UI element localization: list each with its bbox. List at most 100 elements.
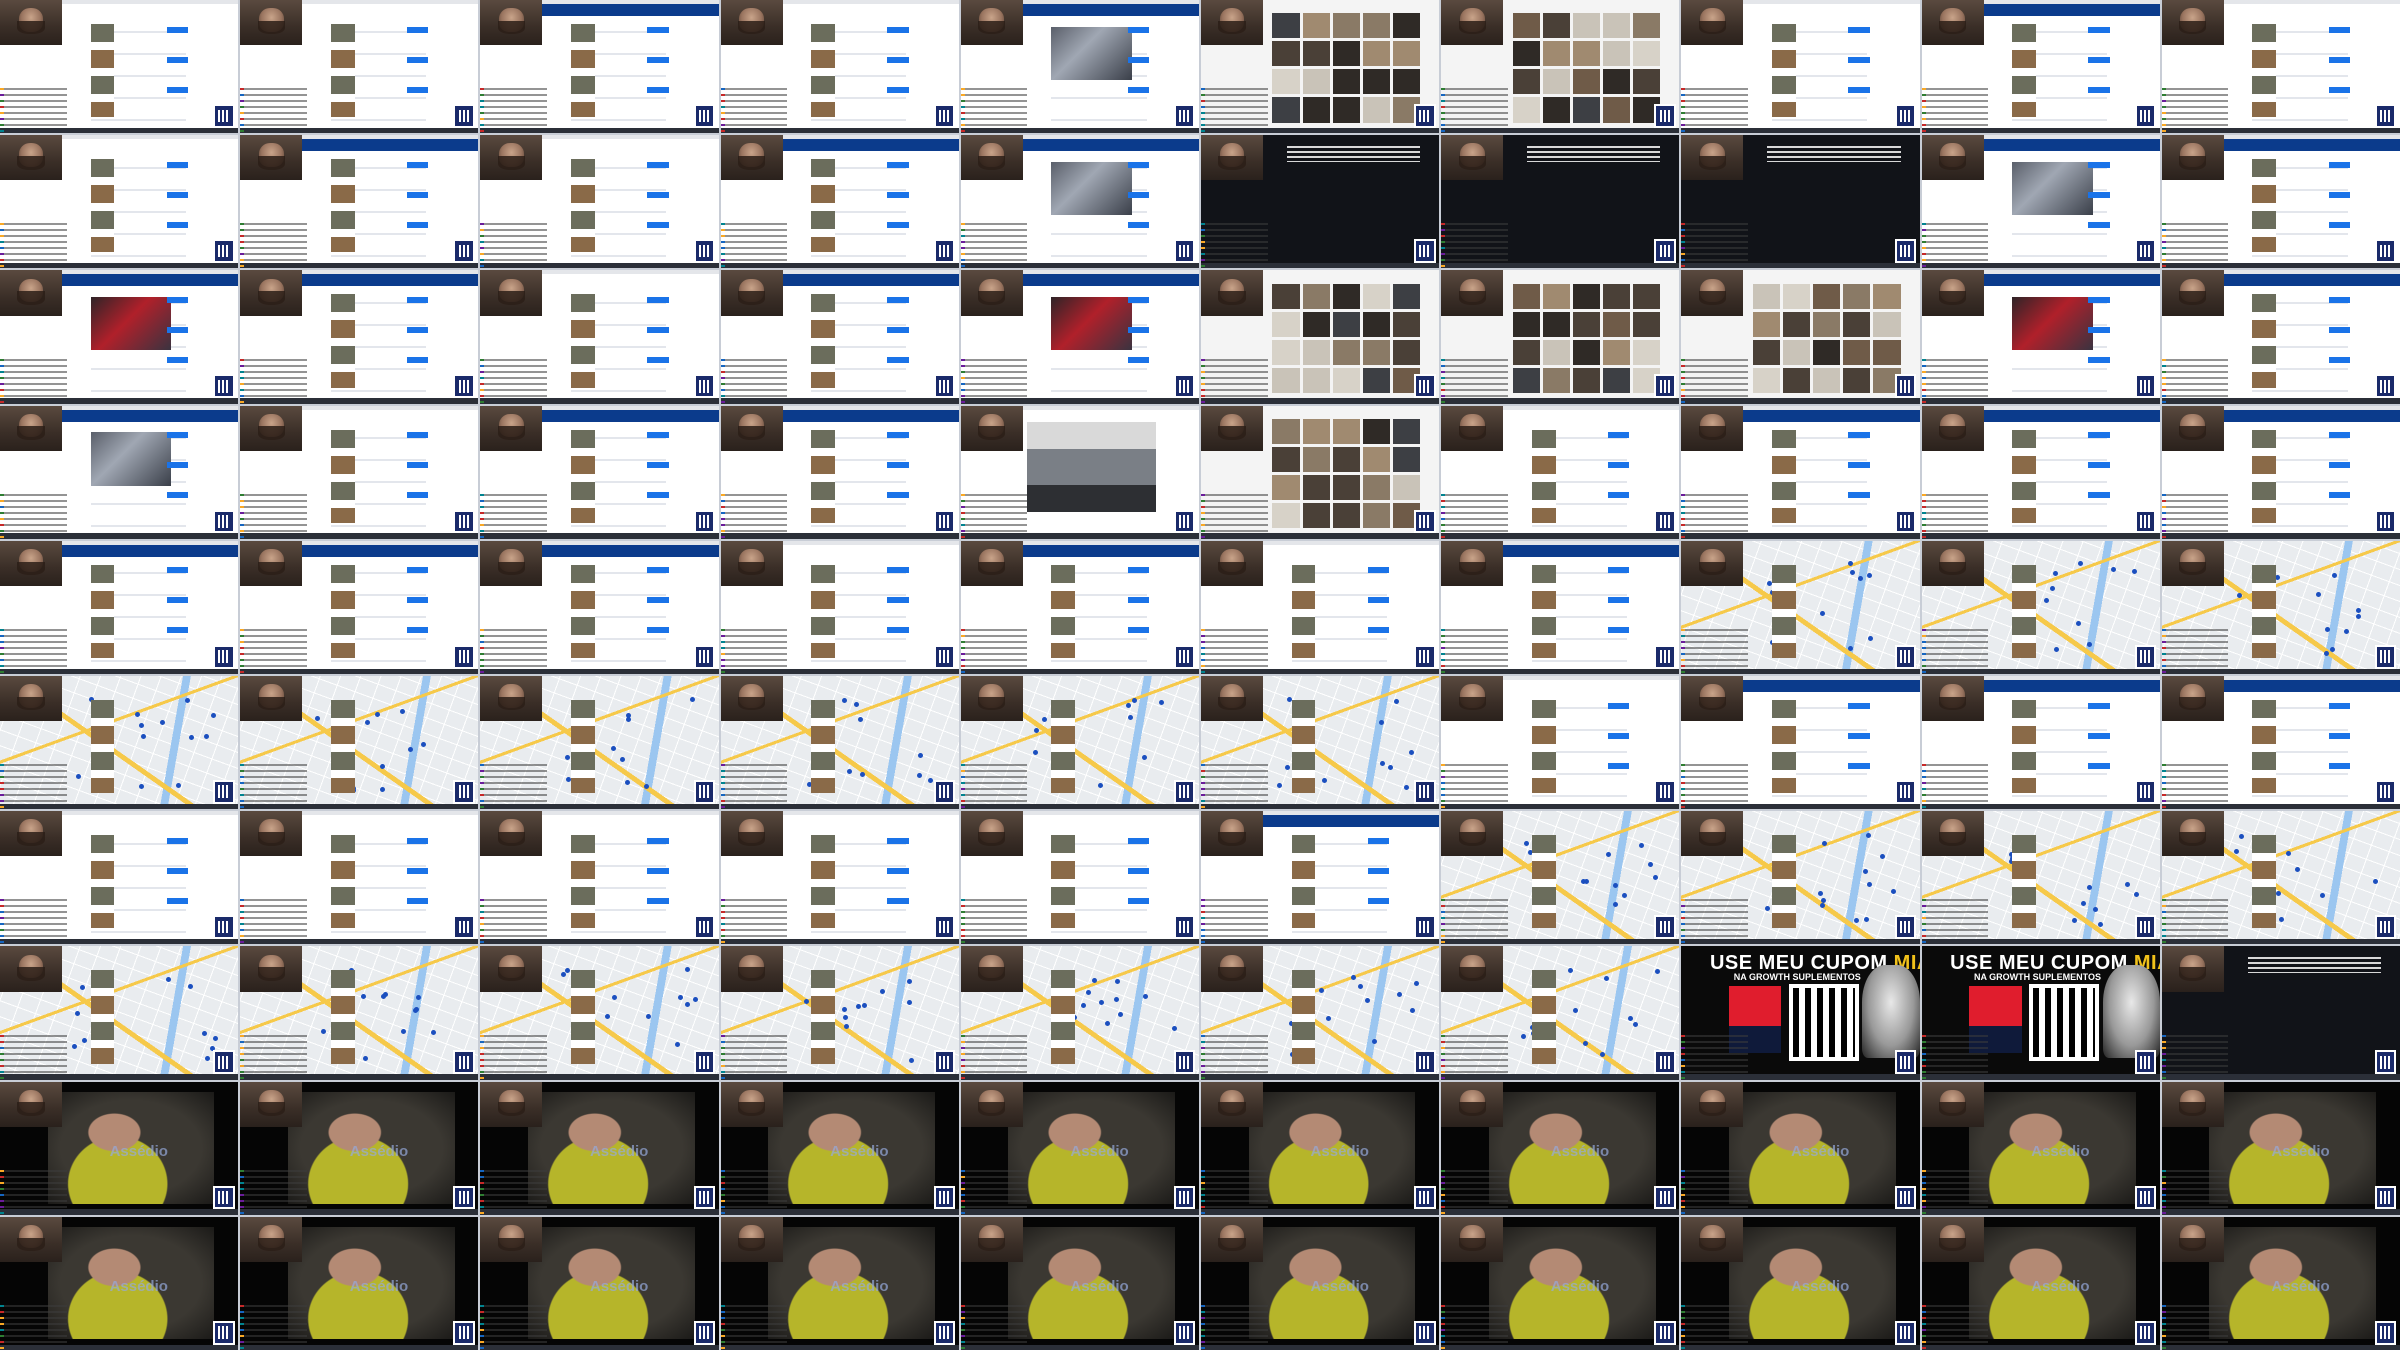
map-pin-icon[interactable] bbox=[1523, 841, 1529, 847]
map-pin-icon[interactable] bbox=[413, 1007, 419, 1013]
map-pin-icon[interactable] bbox=[400, 709, 406, 715]
map-pin-icon[interactable] bbox=[1879, 854, 1885, 860]
gallery-photo[interactable] bbox=[1633, 13, 1661, 39]
gallery-photo[interactable] bbox=[1782, 283, 1811, 309]
gallery-photo[interactable] bbox=[1332, 367, 1360, 393]
gallery-photo[interactable] bbox=[1752, 283, 1780, 309]
map-pin-icon[interactable] bbox=[2295, 867, 2301, 873]
gallery-photo[interactable] bbox=[1332, 339, 1360, 365]
map-pin-icon[interactable] bbox=[2324, 626, 2330, 632]
gallery-photo[interactable] bbox=[1572, 311, 1601, 337]
map-pin-icon[interactable] bbox=[205, 1055, 211, 1061]
map-pin-icon[interactable] bbox=[1413, 980, 1419, 986]
map-pin-icon[interactable] bbox=[853, 702, 859, 708]
map-pin-icon[interactable] bbox=[1866, 832, 1872, 838]
gallery-photo[interactable] bbox=[1302, 13, 1330, 39]
map-pin-icon[interactable] bbox=[1599, 1052, 1605, 1058]
map-pin-icon[interactable] bbox=[1115, 978, 1121, 984]
gallery-photo[interactable] bbox=[1512, 97, 1540, 123]
gallery-photo[interactable] bbox=[1302, 418, 1330, 444]
map-pin-icon[interactable] bbox=[1099, 1000, 1105, 1006]
gallery-photo[interactable] bbox=[1782, 339, 1811, 365]
map-pin-icon[interactable] bbox=[2355, 607, 2361, 613]
map-pin-icon[interactable] bbox=[1117, 1012, 1123, 1018]
gallery-photo[interactable] bbox=[1512, 339, 1540, 365]
gallery-photo[interactable] bbox=[1272, 418, 1300, 444]
gallery-photo[interactable] bbox=[1873, 339, 1901, 365]
map-pin-icon[interactable] bbox=[135, 712, 141, 718]
gallery-photo[interactable] bbox=[1512, 13, 1540, 39]
map-pin-icon[interactable] bbox=[1818, 890, 1824, 896]
map-pin-icon[interactable] bbox=[856, 1003, 862, 1009]
gallery-photo[interactable] bbox=[1813, 283, 1841, 309]
gallery-photo[interactable] bbox=[1542, 13, 1570, 39]
map-pin-icon[interactable] bbox=[2275, 890, 2281, 896]
map-pin-icon[interactable] bbox=[1764, 906, 1770, 912]
map-pin-icon[interactable] bbox=[909, 1058, 915, 1064]
map-pin-icon[interactable] bbox=[1638, 843, 1644, 849]
map-pin-icon[interactable] bbox=[857, 717, 863, 723]
map-pin-icon[interactable] bbox=[1319, 987, 1325, 993]
map-pin-icon[interactable] bbox=[1648, 861, 1654, 867]
gallery-photo[interactable] bbox=[1633, 41, 1661, 67]
gallery-photo[interactable] bbox=[1272, 69, 1300, 95]
map-pin-icon[interactable] bbox=[677, 995, 683, 1001]
map-pin-icon[interactable] bbox=[2087, 642, 2093, 648]
gallery-photo[interactable] bbox=[1813, 339, 1841, 365]
map-pin-icon[interactable] bbox=[1371, 1039, 1377, 1045]
map-pin-icon[interactable] bbox=[1158, 700, 1164, 706]
map-pin-icon[interactable] bbox=[1891, 888, 1897, 894]
gallery-photo[interactable] bbox=[1603, 339, 1631, 365]
map-pin-icon[interactable] bbox=[907, 1000, 913, 1006]
map-pin-icon[interactable] bbox=[611, 995, 617, 1001]
map-pin-icon[interactable] bbox=[1042, 716, 1048, 722]
gallery-photo[interactable] bbox=[1873, 311, 1901, 337]
gallery-photo[interactable] bbox=[1813, 367, 1841, 393]
map-pin-icon[interactable] bbox=[928, 777, 934, 783]
map-pin-icon[interactable] bbox=[210, 712, 216, 718]
map-pin-icon[interactable] bbox=[320, 1028, 326, 1034]
map-pin-icon[interactable] bbox=[880, 989, 886, 995]
gallery-photo[interactable] bbox=[1542, 283, 1570, 309]
map-pin-icon[interactable] bbox=[1863, 869, 1869, 875]
map-pin-icon[interactable] bbox=[1821, 898, 1827, 904]
map-pin-icon[interactable] bbox=[1653, 874, 1659, 880]
map-pin-icon[interactable] bbox=[842, 1015, 848, 1021]
gallery-photo[interactable] bbox=[1843, 311, 1871, 337]
gallery-photo[interactable] bbox=[1752, 367, 1780, 393]
map-pin-icon[interactable] bbox=[1567, 968, 1573, 974]
map-pin-icon[interactable] bbox=[846, 769, 852, 775]
gallery-photo[interactable] bbox=[1393, 41, 1421, 67]
gallery-photo[interactable] bbox=[1393, 13, 1421, 39]
map-pin-icon[interactable] bbox=[1326, 1015, 1332, 1021]
map-pin-icon[interactable] bbox=[843, 1023, 849, 1029]
gallery-photo[interactable] bbox=[1272, 283, 1300, 309]
map-pin-icon[interactable] bbox=[611, 746, 617, 752]
gallery-photo[interactable] bbox=[1542, 339, 1570, 365]
gallery-photo[interactable] bbox=[1572, 283, 1601, 309]
map-pin-icon[interactable] bbox=[1033, 727, 1039, 733]
gallery-photo[interactable] bbox=[1843, 339, 1871, 365]
map-pin-icon[interactable] bbox=[625, 780, 631, 786]
gallery-photo[interactable] bbox=[1633, 283, 1661, 309]
gallery-photo[interactable] bbox=[1603, 13, 1631, 39]
gallery-photo[interactable] bbox=[1572, 97, 1601, 123]
map-pin-icon[interactable] bbox=[1358, 984, 1364, 990]
map-pin-icon[interactable] bbox=[619, 757, 625, 763]
map-pin-icon[interactable] bbox=[1081, 1003, 1087, 1009]
map-pin-icon[interactable] bbox=[141, 734, 147, 740]
map-pin-icon[interactable] bbox=[917, 752, 923, 758]
gallery-photo[interactable] bbox=[1542, 367, 1570, 393]
gallery-photo[interactable] bbox=[1332, 13, 1360, 39]
map-pin-icon[interactable] bbox=[1322, 778, 1328, 784]
map-pin-icon[interactable] bbox=[1126, 702, 1132, 708]
gallery-photo[interactable] bbox=[1752, 339, 1780, 365]
gallery-photo[interactable] bbox=[1603, 367, 1631, 393]
map-pin-icon[interactable] bbox=[1085, 990, 1091, 996]
map-pin-icon[interactable] bbox=[202, 1031, 208, 1037]
gallery-photo[interactable] bbox=[1542, 97, 1570, 123]
map-pin-icon[interactable] bbox=[1612, 902, 1618, 908]
map-pin-icon[interactable] bbox=[363, 1055, 368, 1061]
map-pin-icon[interactable] bbox=[1863, 916, 1869, 922]
map-pin-icon[interactable] bbox=[643, 783, 649, 789]
